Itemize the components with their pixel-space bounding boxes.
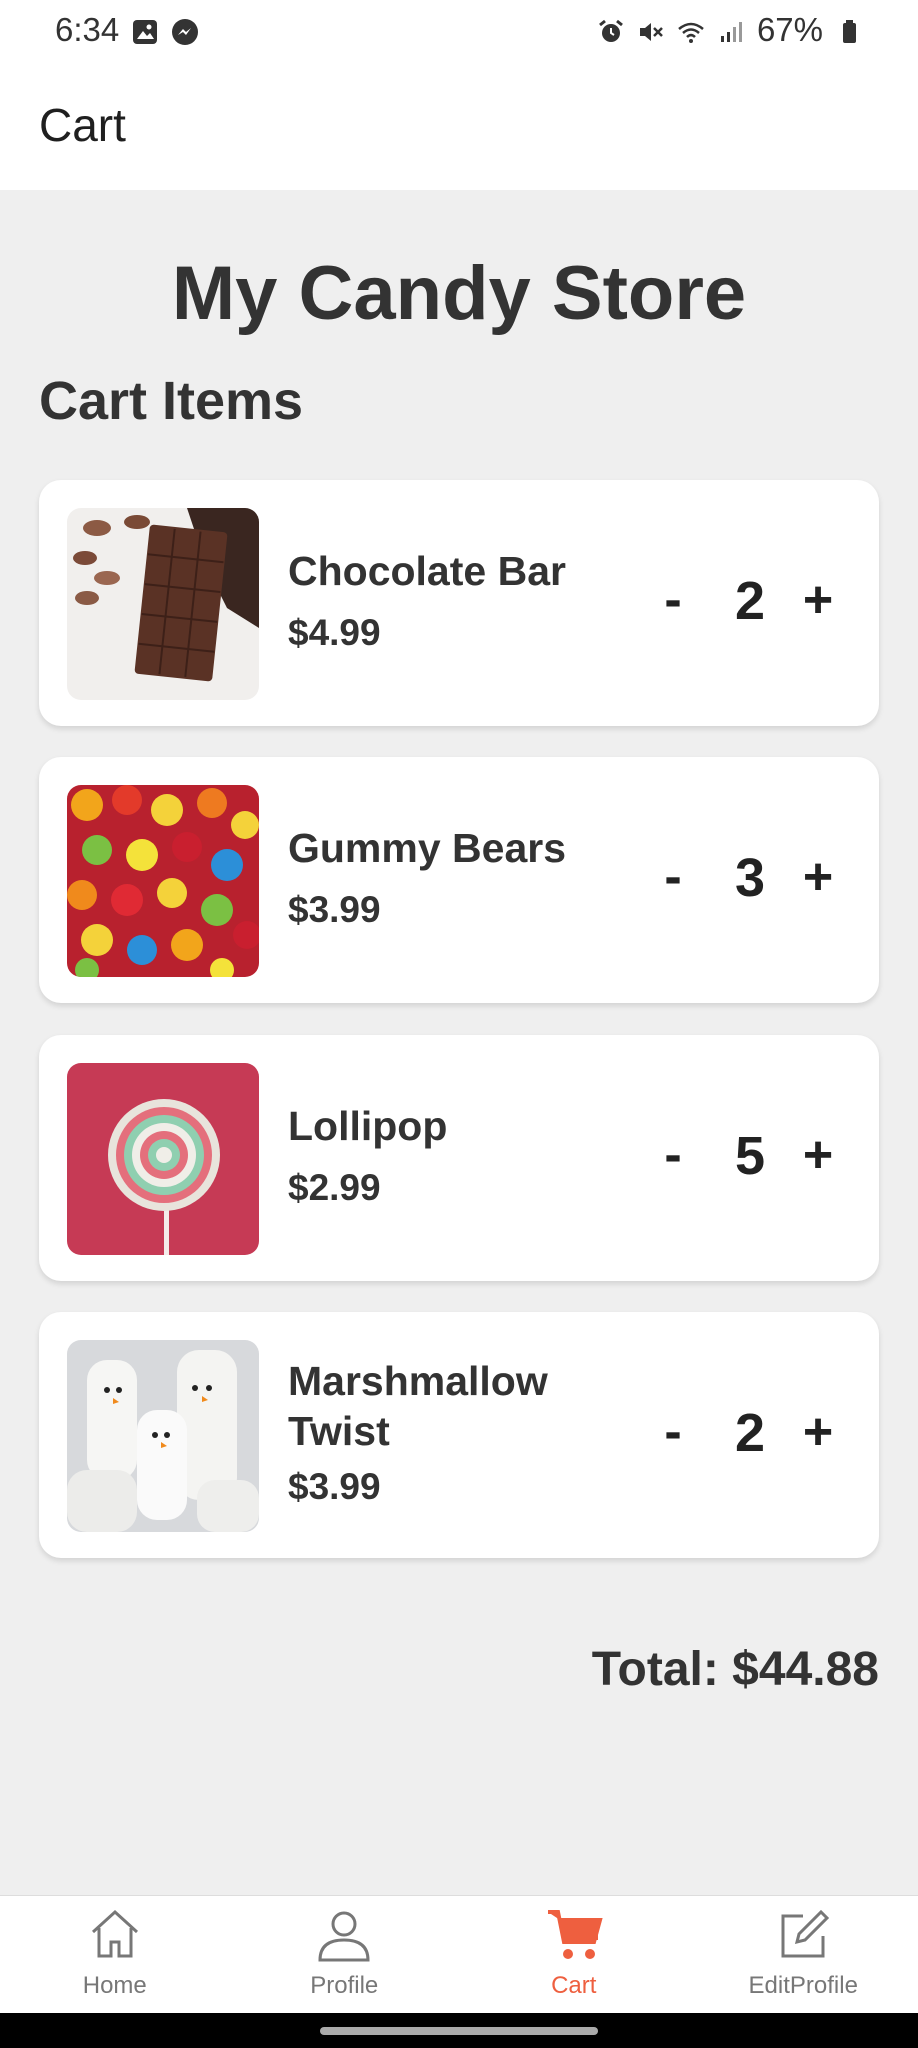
nav-edit-profile[interactable]: EditProfile — [689, 1896, 918, 2013]
nav-cart-label: Cart — [551, 1972, 597, 1999]
bottom-nav: Home Profile Cart EditProfile — [0, 1895, 918, 2013]
mute-icon — [637, 16, 665, 44]
cart-screen: My Candy Store Cart Items Chocolate Bar … — [0, 190, 918, 1895]
chocolate-bar-image — [67, 508, 259, 700]
nav-edit-profile-label: EditProfile — [748, 1972, 858, 1999]
decrease-quantity-button[interactable]: - — [655, 570, 691, 630]
battery-icon — [835, 16, 863, 44]
store-title: My Candy Store — [171, 251, 747, 336]
item-name: Chocolate Bar — [288, 548, 566, 594]
item-name: Gummy Bears — [288, 825, 567, 871]
quantity-value: 5 — [734, 1126, 766, 1186]
item-price: $2.99 — [288, 1167, 381, 1208]
item-price: $3.99 — [288, 889, 381, 930]
status-time: 6:34 — [55, 11, 120, 48]
item-price: $4.99 — [288, 612, 381, 653]
decrease-quantity-button[interactable]: - — [655, 1125, 691, 1185]
nav-cart[interactable]: Cart — [459, 1896, 689, 2013]
item-name: Marshmallow Twist — [288, 1358, 548, 1454]
status-bar: 6:34 67% — [0, 0, 918, 60]
edit-icon — [781, 1909, 830, 1958]
marshmallow-twist-image — [67, 1340, 259, 1532]
alarm-icon — [597, 16, 625, 44]
cart-item-gummy-bears: Gummy Bears $3.99 - 3 + — [39, 757, 879, 1003]
nav-home[interactable]: Home — [0, 1896, 230, 2013]
cart-icon — [547, 1910, 603, 1959]
increase-quantity-button[interactable]: + — [793, 847, 843, 907]
increase-quantity-button[interactable]: + — [793, 1125, 843, 1185]
decrease-quantity-button[interactable]: - — [655, 1402, 691, 1462]
app-bar-title: Cart — [39, 99, 126, 151]
quantity-value: 2 — [734, 571, 766, 631]
status-right: 67% — [597, 11, 863, 49]
item-price: $3.99 — [288, 1466, 381, 1507]
cart-item-chocolate-bar: Chocolate Bar $4.99 - 2 + — [39, 480, 879, 726]
lollipop-image — [67, 1063, 259, 1255]
nav-profile-label: Profile — [310, 1972, 379, 1999]
quantity-value: 2 — [734, 1403, 766, 1463]
quantity-value: 3 — [734, 848, 766, 908]
image-icon — [131, 16, 159, 44]
gesture-bar — [0, 2013, 918, 2048]
cart-total: Total: $44.88 — [591, 1643, 879, 1696]
increase-quantity-button[interactable]: + — [793, 570, 843, 630]
nav-home-label: Home — [82, 1972, 147, 1999]
battery-percent: 67% — [756, 11, 823, 48]
signal-icon — [717, 16, 745, 44]
increase-quantity-button[interactable]: + — [793, 1402, 843, 1462]
app-bar: Cart — [0, 60, 918, 190]
gummy-bears-image — [67, 785, 259, 977]
decrease-quantity-button[interactable]: - — [655, 847, 691, 907]
cart-item-lollipop: Lollipop $2.99 - 5 + — [39, 1035, 879, 1281]
item-name: Lollipop — [288, 1103, 448, 1149]
nav-profile[interactable]: Profile — [230, 1896, 460, 2013]
messenger-icon — [171, 16, 199, 45]
cart-item-marshmallow-twist: Marshmallow Twist $3.99 - 2 + — [39, 1312, 879, 1558]
section-title: Cart Items — [39, 371, 304, 431]
profile-icon — [318, 1911, 370, 1962]
home-icon — [91, 1909, 138, 1958]
wifi-icon — [677, 16, 705, 44]
home-gesture-handle[interactable] — [320, 2027, 598, 2035]
status-left: 6:34 — [55, 11, 199, 49]
